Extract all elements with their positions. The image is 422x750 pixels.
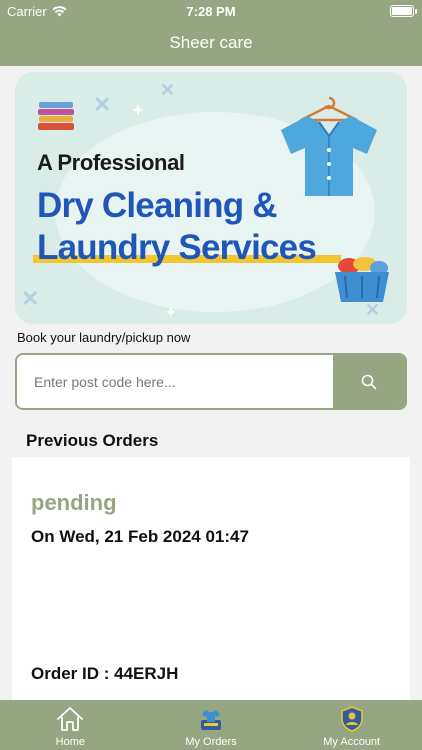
battery-icon xyxy=(390,5,414,17)
order-status: pending xyxy=(31,490,117,515)
search-button[interactable] xyxy=(333,355,405,408)
sparkle-icon: ✦ xyxy=(165,304,177,320)
folded-clothes-icon xyxy=(38,102,74,130)
home-icon xyxy=(57,707,84,731)
tab-home-label: Home xyxy=(55,736,85,748)
nav-bar: Sheer care xyxy=(0,22,422,66)
order-id: Order ID : 44ERJH xyxy=(31,664,179,683)
cross-decoration-icon: ✕ xyxy=(93,92,112,117)
booking-label: Book your laundry/pickup now xyxy=(17,330,191,345)
orders-icon xyxy=(201,710,221,730)
tab-my-account[interactable]: My Account xyxy=(281,700,422,750)
tab-home[interactable]: Home xyxy=(0,700,141,750)
status-bar: Carrier 7:28 PM xyxy=(0,0,422,22)
postcode-search-box xyxy=(15,353,407,410)
search-icon xyxy=(361,374,377,389)
previous-orders-heading: Previous Orders xyxy=(26,431,159,450)
page-title: Sheer care xyxy=(169,33,253,52)
tab-my-orders-label: My Orders xyxy=(185,736,237,748)
tab-my-account-label: My Account xyxy=(323,736,381,748)
banner-headline-line1: Dry Cleaning & xyxy=(37,186,277,225)
promo-banner: ✕ ✕ ✕ ✕ ✦ ✦ A Professional Dry Cleaning … xyxy=(15,72,407,324)
postcode-input[interactable] xyxy=(17,355,335,408)
account-icon xyxy=(340,706,363,732)
sparkle-icon: ✦ xyxy=(132,102,144,118)
cross-decoration-icon: ✕ xyxy=(21,286,40,311)
order-card[interactable]: pending On Wed, 21 Feb 2024 01:47 Order … xyxy=(12,457,410,700)
battery-tip xyxy=(415,9,417,14)
banner-kicker: A Professional xyxy=(37,150,185,175)
status-time: 7:28 PM xyxy=(186,4,236,19)
tab-my-orders[interactable]: My Orders xyxy=(141,700,282,750)
laundry-basket-icon xyxy=(335,257,389,302)
cross-decoration-icon: ✕ xyxy=(160,80,176,100)
shirt-on-hanger-icon xyxy=(281,96,377,196)
tab-bar: Home My Orders My Account xyxy=(0,700,422,750)
banner-headline-line2: Laundry Services xyxy=(37,228,317,267)
order-date: On Wed, 21 Feb 2024 01:47 xyxy=(31,527,249,546)
